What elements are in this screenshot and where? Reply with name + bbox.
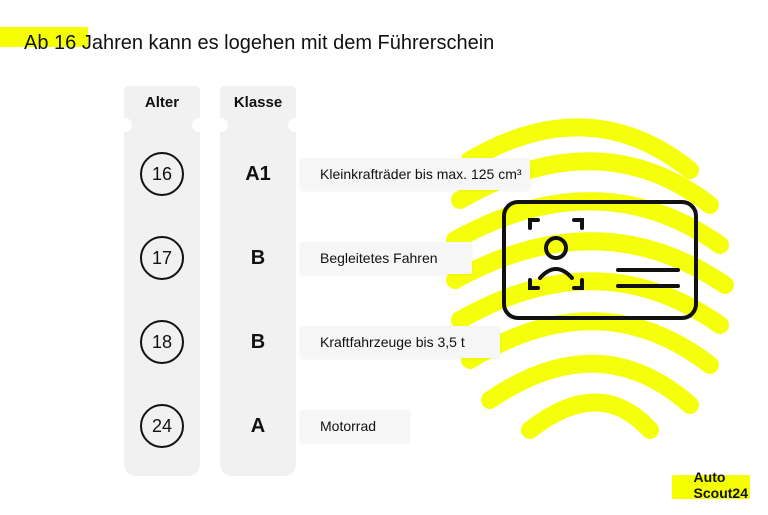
license-card-icon <box>500 198 700 322</box>
class-badge: A <box>220 404 296 448</box>
desc-text: Kleinkrafträder bis max. 125 cm³ <box>320 166 522 182</box>
age-badge: 17 <box>140 236 184 280</box>
class-badge: A1 <box>220 152 296 196</box>
desc-row: Begleitetes Fahren <box>300 242 472 274</box>
column-age: Alter 16 17 18 24 <box>124 86 200 476</box>
class-badge: B <box>220 320 296 364</box>
age-badge: 16 <box>140 152 184 196</box>
age-badge: 24 <box>140 404 184 448</box>
desc-row: Kleinkrafträder bis max. 125 cm³ <box>300 158 530 190</box>
columns: Alter 16 17 18 24 Klasse A1 B B A <box>124 86 296 476</box>
desc-text: Begleitetes Fahren <box>320 250 438 266</box>
desc-text: Motorrad <box>320 418 376 434</box>
class-badge: B <box>220 236 296 280</box>
brand-line1: Auto <box>694 469 726 485</box>
brand-logo: Auto Scout24 <box>694 470 748 501</box>
desc-text: Kraftfahrzeuge bis 3,5 t <box>320 334 465 350</box>
brand-line2: Scout24 <box>694 485 748 501</box>
desc-row: Motorrad <box>300 410 410 442</box>
page-title: Ab 16 Jahren kann es logehen mit dem Füh… <box>24 32 494 55</box>
age-header: Alter <box>124 94 200 111</box>
column-class: Klasse A1 B B A <box>220 86 296 476</box>
class-header: Klasse <box>220 94 296 111</box>
desc-row: Kraftfahrzeuge bis 3,5 t <box>300 326 500 358</box>
age-badge: 18 <box>140 320 184 364</box>
